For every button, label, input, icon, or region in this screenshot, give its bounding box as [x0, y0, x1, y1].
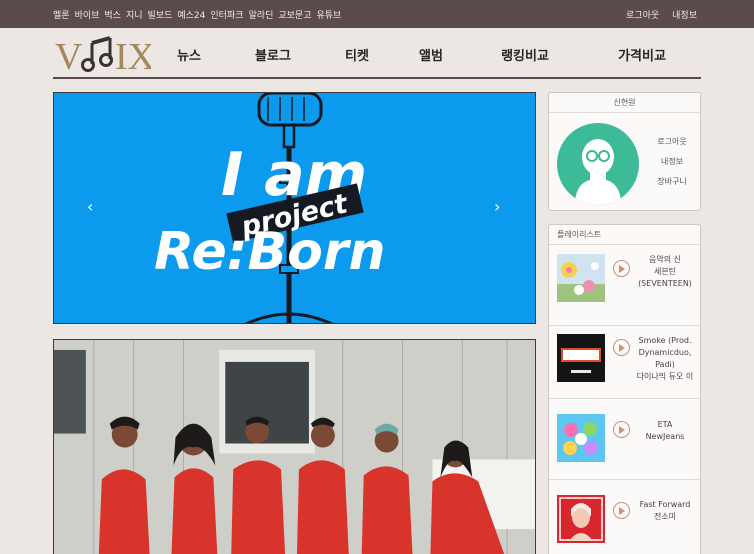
- link-yes24[interactable]: 예스24: [177, 8, 205, 21]
- playlist-panel: 플레이리스트 음악의 신 세븐틴 (SEVENTEEN) Smoke (Prod…: [548, 224, 701, 554]
- track-artist: 전소미: [653, 512, 677, 521]
- track-title: Smoke (Prod.: [638, 336, 692, 345]
- top-bar: 멜론 바이브 벅스 지니 빌보드 예스24 인터파크 알라딘 교보문고 유튜브 …: [0, 0, 754, 28]
- playlist-item[interactable]: Smoke (Prod. Dynamicduo, Padi) 다이나믹 듀오 이: [549, 319, 700, 399]
- playlist-item[interactable]: 음악의 신 세븐틴 (SEVENTEEN): [549, 246, 700, 326]
- track-artist: NewJeans: [645, 432, 685, 441]
- track-title: Fast Forward: [639, 500, 691, 509]
- link-interpark[interactable]: 인터파크: [210, 8, 243, 21]
- nav-blog[interactable]: 블로그: [255, 45, 291, 64]
- band-photo-banner[interactable]: [53, 339, 536, 554]
- banner-artwork: I am project Re:Born: [154, 93, 386, 323]
- link-billboard[interactable]: 빌보드: [148, 8, 173, 21]
- profile-cart-link[interactable]: 장바구니: [646, 176, 698, 196]
- playlist-item[interactable]: Fast Forward 전소미: [549, 481, 700, 554]
- link-youtube[interactable]: 유튜브: [316, 8, 341, 21]
- profile-myinfo-link[interactable]: 내정보: [646, 156, 698, 176]
- myinfo-link[interactable]: 내정보: [672, 8, 697, 21]
- album-cover: [557, 254, 605, 302]
- banner-title-line3: Re:Born: [154, 222, 386, 282]
- track-title: 음악의 신: [649, 255, 681, 264]
- account-links: 로그아웃 내정보: [626, 8, 697, 21]
- site-header: V IX 뉴스 블로그 티켓 앨범 랭킹비교 가격비교: [53, 28, 701, 79]
- link-aladin[interactable]: 알라딘: [249, 8, 274, 21]
- play-button[interactable]: [613, 339, 630, 356]
- profile-menu: 로그아웃 내정보 장바구니: [646, 136, 698, 196]
- play-button[interactable]: [613, 421, 630, 438]
- link-bugs[interactable]: 벅스: [104, 8, 121, 21]
- playlist-title: 플레이리스트: [549, 225, 700, 245]
- profile-username: 신현원: [549, 93, 700, 113]
- band-photo: [54, 340, 535, 554]
- playlist-item[interactable]: ETA NewJeans: [549, 400, 700, 480]
- link-kyobo[interactable]: 교보문고: [278, 8, 311, 21]
- carousel-prev-button[interactable]: ‹: [87, 197, 93, 216]
- track-artist: 다이나믹 듀오 이: [636, 372, 694, 381]
- track-title-cont: Padi): [655, 360, 675, 369]
- nav-ranking[interactable]: 랭킹비교: [501, 45, 549, 64]
- link-genie[interactable]: 지니: [126, 8, 143, 21]
- main-nav: 뉴스 블로그 티켓 앨범 랭킹비교 가격비교: [53, 45, 701, 65]
- profile-logout-link[interactable]: 로그아웃: [646, 136, 698, 156]
- play-button[interactable]: [613, 260, 630, 277]
- track-artist-sub: (SEVENTEEN): [638, 279, 692, 288]
- link-melon[interactable]: 멜론: [53, 8, 70, 21]
- nav-album[interactable]: 앨범: [419, 45, 443, 64]
- avatar-icon: [557, 123, 639, 205]
- main-banner-carousel[interactable]: I am project Re:Born ‹ ›: [53, 92, 536, 324]
- track-title-cont: Dynamicduo,: [638, 348, 692, 357]
- nav-price[interactable]: 가격비교: [618, 45, 666, 64]
- track-title: ETA: [657, 420, 673, 429]
- album-cover: [557, 334, 605, 382]
- album-cover: [557, 495, 605, 543]
- carousel-next-button[interactable]: ›: [494, 197, 500, 216]
- profile-panel: 신현원 로그아웃 내정보 장바구니: [548, 92, 701, 211]
- link-vibe[interactable]: 바이브: [75, 8, 100, 21]
- album-cover: [557, 414, 605, 462]
- logout-link[interactable]: 로그아웃: [626, 8, 659, 21]
- play-button[interactable]: [613, 502, 630, 519]
- nav-ticket[interactable]: 티켓: [345, 45, 369, 64]
- partner-links: 멜론 바이브 벅스 지니 빌보드 예스24 인터파크 알라딘 교보문고 유튜브: [53, 8, 341, 21]
- nav-news[interactable]: 뉴스: [177, 45, 201, 64]
- track-artist: 세븐틴: [653, 267, 677, 276]
